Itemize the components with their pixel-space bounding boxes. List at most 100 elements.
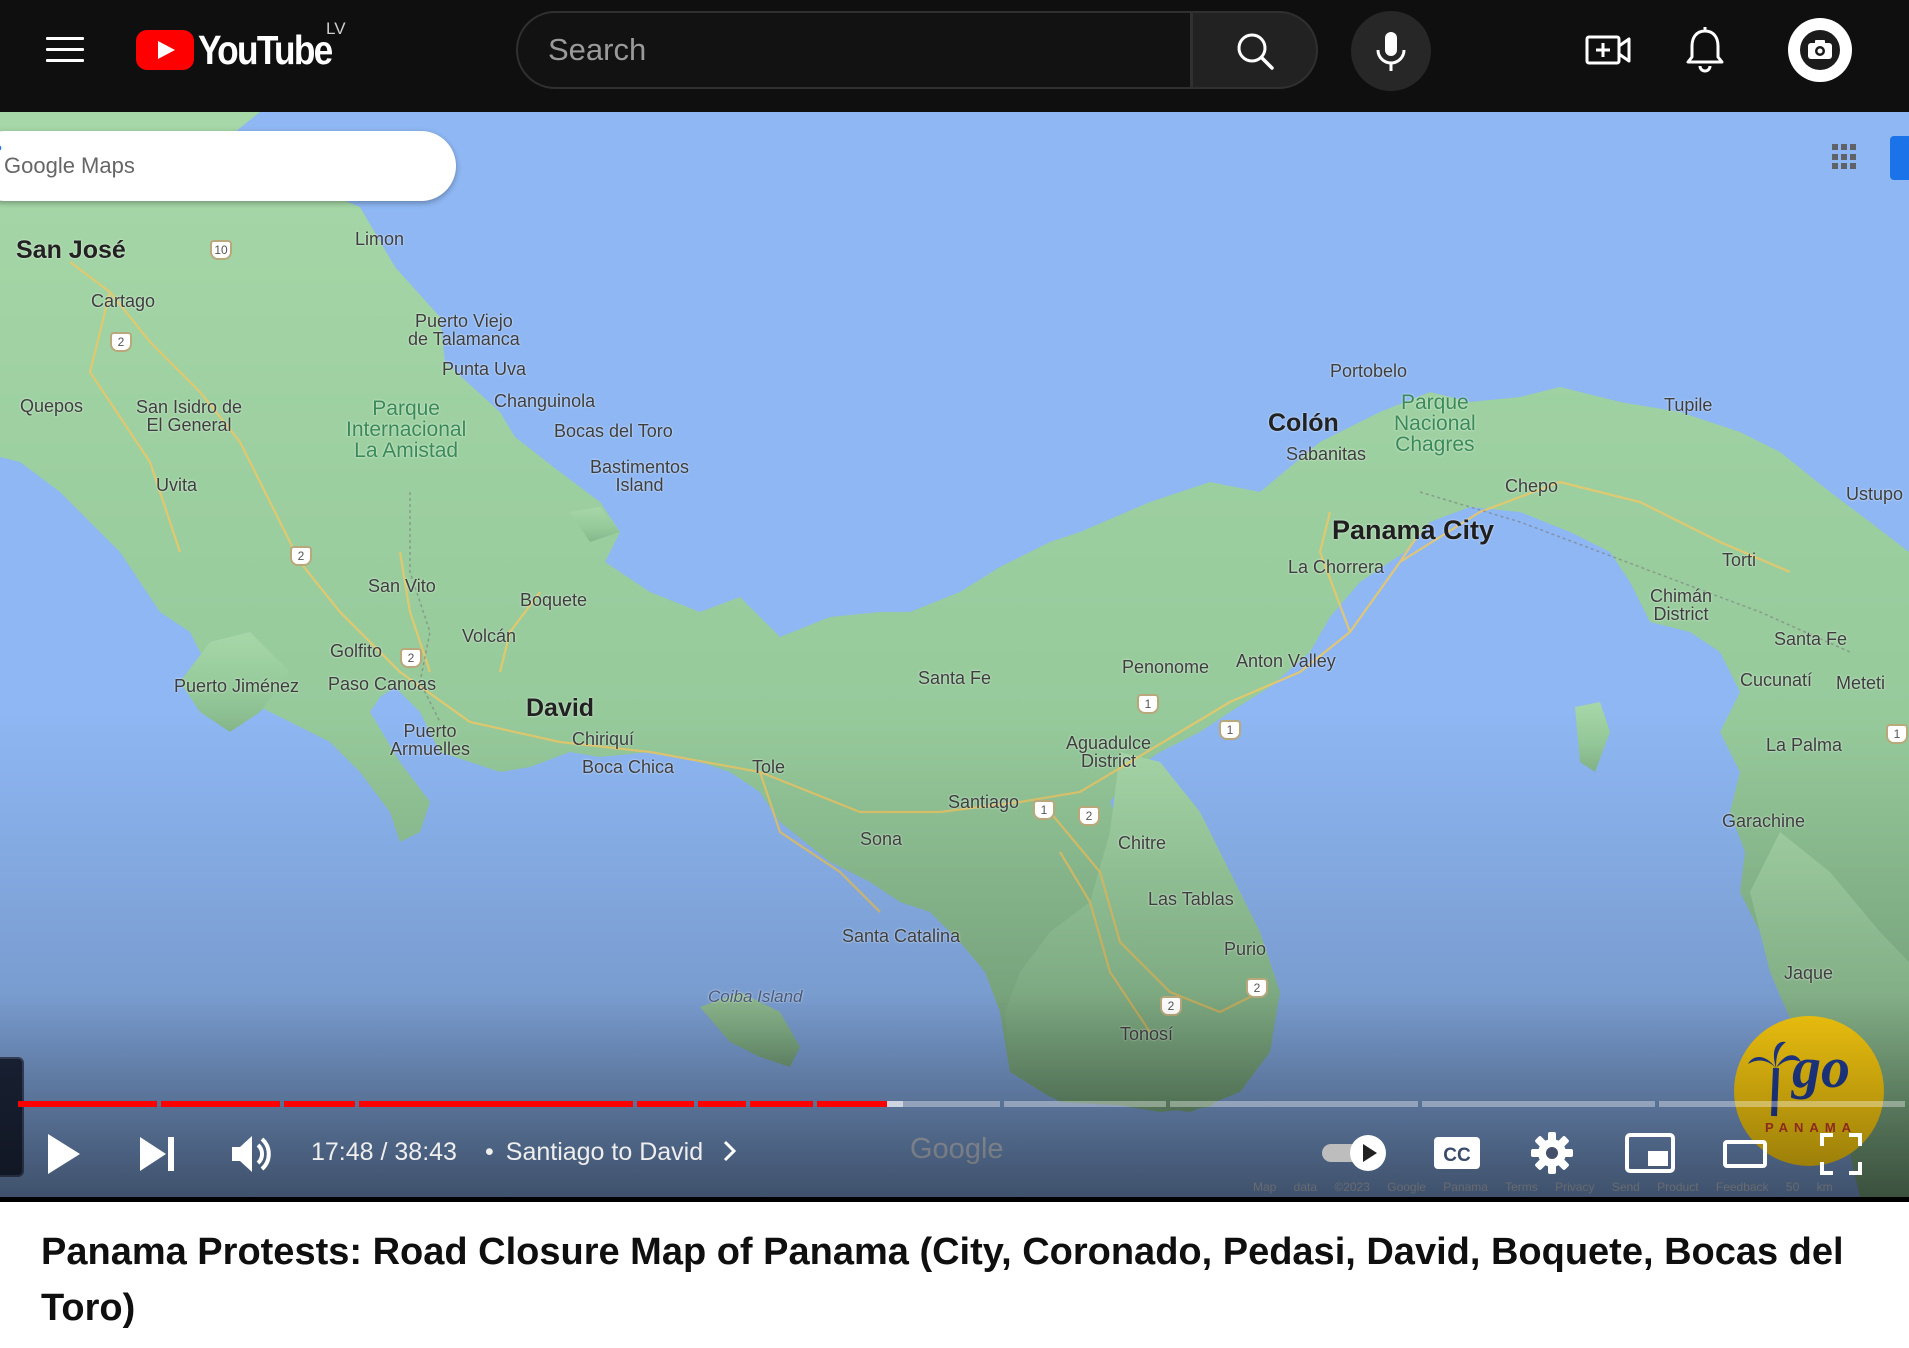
played-fill [697,1101,747,1107]
map-label-santa-fe-east: Santa Fe [1774,629,1848,649]
chevron-right-icon [724,1140,737,1162]
map-label-uvita: Uvita [156,475,198,495]
progress-bar[interactable] [18,1101,1909,1107]
map-label-san-vito: San Vito [368,576,436,596]
map-label-santa-catalina: Santa Catalina [842,926,961,946]
played-fill [637,1101,694,1107]
captions-icon[interactable]: CC [1431,1132,1483,1174]
youtube-logo[interactable]: YouTube [136,24,353,76]
search-button[interactable] [1191,11,1318,89]
map-label-tonosi: Tonosí [1120,1024,1174,1044]
progress-segment[interactable] [284,1101,356,1107]
map-label-santa-fe: Santa Fe [918,668,992,688]
mic-icon [1376,32,1406,71]
map-label-parque-amistad: Parque Internacional La Amistad [346,397,467,462]
map-label-tupile: Tupile [1664,395,1713,415]
map-label-david: David [526,694,595,722]
map-label-ustupo: Ustupo [1846,484,1904,504]
settings-gear-icon[interactable] [1528,1129,1576,1177]
map-label-portobelo: Portobelo [1330,361,1408,381]
route-shield: 2 [400,648,422,668]
progress-segment[interactable] [817,1101,1000,1107]
side-thumbnail [0,1057,24,1177]
miniplayer-icon[interactable] [1624,1131,1676,1175]
played-fill [817,1101,888,1107]
map-label-chiman: Chimán District [1650,586,1713,624]
map-label-cartago: Cartago [91,291,156,311]
progress-segment[interactable] [1003,1101,1166,1107]
play-icon[interactable] [40,1129,90,1179]
map-copyright: Map data ©2023 Google Panama Terms Priva… [1253,1180,1833,1194]
map-label-aguadulce: Aguadulce District [1066,733,1152,771]
map-label-garachine: Garachine [1722,811,1806,831]
youtube-logo-icon [136,30,194,70]
played-fill [750,1101,814,1107]
map-label-cucunati: Cucunatí [1740,670,1813,690]
google-watermark: Google [910,1133,1004,1165]
map-label-la-chorrera: La Chorrera [1288,557,1385,577]
country-code: LV [326,19,346,38]
map-label-changuinola: Changuinola [494,391,596,411]
maps-search-box [0,131,456,201]
fullscreen-icon[interactable] [1818,1131,1864,1177]
search-input[interactable] [548,13,1168,87]
avatar[interactable] [1788,18,1852,82]
time-display: 17:48 / 38:43 [311,1138,457,1166]
map-label-coiba: Coiba Island [708,987,803,1006]
map-label-jaque: Jaque [1784,963,1834,983]
map-label-colon: Colón [1268,409,1339,437]
map-label-sabanitas: Sabanitas [1286,444,1367,464]
map-label-anton-valley: Anton Valley [1236,651,1336,671]
route-shield: 2 [290,546,312,566]
route-shield: 1 [1033,800,1055,820]
progress-segment[interactable] [1658,1101,1905,1107]
logo-text: YouTube [198,26,333,73]
progress-segment[interactable] [1421,1101,1655,1107]
map-label-meteti: Meteti [1836,673,1886,693]
autoplay-toggle-icon[interactable] [1318,1131,1392,1175]
map-label-volcan: Volcán [462,626,517,646]
map-label-chepo: Chepo [1505,476,1559,496]
volume-icon[interactable] [228,1131,276,1177]
maps-search-input[interactable] [4,131,284,201]
map-label-parque-chagres: Parque Nacional Chagres [1394,391,1476,456]
route-shield: 2 [1160,996,1182,1016]
map-label-paso-canoas: Paso Canoas [328,674,437,694]
create-video-icon [1585,35,1631,65]
chapter-button[interactable]: • Santiago to David [485,1138,738,1167]
apps-grid-icon[interactable] [1832,144,1858,170]
route-shield: 2 [110,332,132,352]
voice-search-button[interactable] [1351,11,1431,91]
search-icon [1237,33,1274,70]
chapter-title: Santiago to David [505,1138,704,1166]
next-icon[interactable] [136,1133,182,1175]
masthead: YouTube LV [0,0,1909,112]
played-fill [160,1101,281,1107]
menu-icon[interactable] [46,35,84,65]
progress-segment[interactable] [1169,1101,1418,1107]
route-shield: 10 [210,240,232,260]
notifications-button[interactable] [1680,24,1730,76]
map-label-panama-city: Panama City [1332,515,1495,545]
directions-icon[interactable] [0,131,4,165]
progress-segment[interactable] [359,1101,634,1107]
map-label-las-tablas: Las Tablas [1148,889,1234,909]
map-label-sona: Sona [860,829,903,849]
progress-segment[interactable] [18,1101,157,1107]
progress-segment[interactable] [637,1101,694,1107]
map-label-puerto-armuelles: Puerto Armuelles [390,721,471,759]
map-landmass [0,112,1909,1197]
create-button[interactable] [1584,27,1634,73]
progress-segment[interactable] [160,1101,281,1107]
theater-icon[interactable] [1722,1137,1768,1171]
map-label-torti: Torti [1722,550,1757,570]
maps-signin-button[interactable] [1890,136,1909,180]
map-label-limon: Limon [355,229,405,249]
video-frame-map: San José Limon Cartago Puerto Viejo de Ta… [0,112,1909,1197]
map-label-boca-chica: Boca Chica [582,757,675,777]
avatar-camera-icon [1800,30,1840,70]
progress-segment[interactable] [697,1101,747,1107]
route-shield: 1 [1886,724,1908,744]
progress-segment[interactable] [750,1101,814,1107]
video-player[interactable]: San José Limon Cartago Puerto Viejo de Ta… [0,112,1909,1202]
